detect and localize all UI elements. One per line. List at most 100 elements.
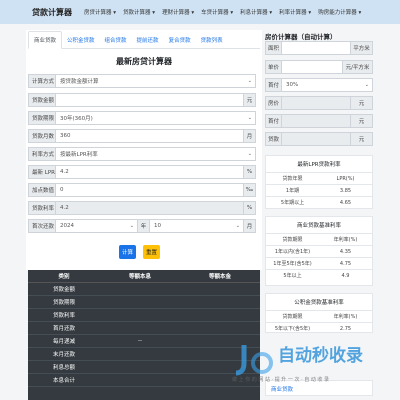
unit-price-row: 单价 元/平方米 [265,60,373,74]
loan-amount-label: 贷款 [265,132,282,146]
down-ratio-label: 首付 [265,78,282,92]
nav-item-car[interactable]: 车贷计算器 ▾ [201,8,233,16]
table-row: 1年以内(含1年) 4.35 [266,245,372,257]
brand-logo[interactable]: 贷款计算器 [32,7,72,18]
results-table: 类别 等额本息 等额本金 贷款金额 贷款期限 贷款利率 首月还款 每月递减 -- … [28,270,260,400]
table-row: 贷款期限 [28,296,260,309]
nav-item-finance[interactable]: 理财计算器 ▾ [162,8,194,16]
rate-label: 贷款利率 [28,201,56,215]
base-rate-table: 商业贷款基准利率 贷款期限 年利率(%) 1年以内(含1年) 4.35 1年至5年(… [265,216,373,286]
loan-tabs: 商业贷款 公积金贷款 组合贷款 提前还款 复合贷款 贷款列表 [28,31,260,49]
lpr-input[interactable]: 4.2 [56,165,244,179]
house-price-label: 房价 [265,96,282,110]
nav-item-loan[interactable]: 贷款计算器 ▾ [123,8,155,16]
decrease-value: -- [138,338,142,344]
amount-row: 贷款金额 元 [28,93,256,107]
chevron-down-icon: ⌄ [247,151,252,157]
table-row: 5年期以上 4.65 [266,196,372,208]
term-select[interactable]: 30年(360月) ⌄ [56,111,256,125]
top-navbar: 贷款计算器 房贷计算器 ▾ 贷款计算器 ▾ 理财计算器 ▾ 车贷计算器 ▾ 利息… [0,0,400,24]
table-row: 1年至5年(含5年) 4.75 [266,257,372,269]
chevron-down-icon: ⌄ [129,223,134,229]
table-row: 贷款年限 LPR(%) [266,172,372,184]
base-table-title: 商业贷款基准利率 [296,223,341,229]
down-payment-output [282,114,351,128]
term-row: 贷款期限 30年(360月) ⌄ [28,111,256,125]
down-ratio-select[interactable]: 30% ⌄ [282,78,373,92]
months-input[interactable]: 360 [56,129,244,143]
chevron-down-icon: ⌄ [247,115,252,121]
months-row: 贷款月数 360 月 [28,129,256,143]
table-row: 贷款期限 年利率(%) [266,310,372,322]
commercial-loan-link[interactable]: 商业贷款 [271,387,293,393]
lpr-row: 最新 LPR 4.2 % [28,165,256,179]
tab-prepay[interactable]: 提前还款 [132,36,164,48]
first-repay-row: 首次还款 2024 ⌄ 年 10 ⌄ 月 [28,219,256,233]
tab-fund[interactable]: 公积金贷款 [62,36,100,48]
table-row: 5年以下(含5年) 2.75 [266,322,372,334]
method-label: 计算方式 [28,74,56,88]
ratetype-label: 利率方式 [28,147,56,161]
table-row: 末月还款 [28,348,260,361]
nav-item-mortgage[interactable]: 房贷计算器 ▾ [84,8,116,16]
bp-unit: ‰ [244,183,256,197]
months-label: 贷款月数 [28,129,56,143]
reset-button[interactable]: 重置 [143,245,160,259]
loan-amount-row: 贷款 元 [265,132,373,146]
ratetype-row: 利率方式 按最新LPR利率 ⌄ [28,147,256,161]
rate-unit: % [244,201,256,215]
area-label: 面积 [265,41,282,55]
chevron-down-icon: ⌄ [364,82,369,88]
watermark: 自动秒收录 做 上 你 的 网 站 · 提 升 一 次 · 自 动 收 录 [228,337,378,387]
watermark-subtitle: 做 上 你 的 网 站 · 提 升 一 次 · 自 动 收 录 [232,377,330,383]
house-calc-title: 房价计算器（自动计算） [265,33,337,41]
table-row: 贷款金额 [28,283,260,296]
first-month-select[interactable]: 10 ⌄ [150,219,244,233]
nav-item-afford[interactable]: 购房能力计算器 ▾ [318,8,361,16]
amount-input[interactable] [56,93,244,107]
tab-combined[interactable]: 组合贷款 [100,36,132,48]
lpr-unit: % [244,165,256,179]
ratetype-select[interactable]: 按最新LPR利率 ⌄ [56,147,256,161]
method-select[interactable]: 按贷款金额计算 ⌄ [56,74,256,88]
unit-price-label: 单价 [265,60,282,74]
watermark-title: 自动秒收录 [278,346,363,366]
header-category: 类别 [58,274,70,280]
rate-row: 贷款利率 4.2 % [28,201,256,215]
area-unit: 平方米 [351,41,373,55]
table-row: 5年以上 4.9 [266,269,372,281]
amount-unit: 元 [244,93,256,107]
area-input[interactable] [282,41,351,55]
nav-item-interest[interactable]: 利息计算器 ▾ [240,8,272,16]
header-equal-principal: 等额本金 [208,274,231,280]
area-row: 面积 平方米 [265,41,373,55]
month-unit: 月 [244,219,256,233]
lpr-table-title: 最新LPR贷款利率 [297,162,341,168]
unit-price-input[interactable] [282,60,343,74]
down-payment-row: 首付 元 [265,114,373,128]
calculate-button[interactable]: 计算 [119,245,136,259]
tab-compound[interactable]: 复合贷款 [164,36,196,48]
form-title: 最新房贷计算器 [116,57,172,66]
header-equal-installment: 等额本息 [128,274,151,280]
table-row: 1年期 3.85 [266,184,372,196]
table-row: 首月还款 [28,322,260,335]
fund-table-title: 公积金贷款基准利率 [294,300,344,306]
amount-label: 贷款金额 [28,93,56,107]
table-row: 每月递减 -- [28,335,260,348]
nav-item-rate[interactable]: 利率计算器 ▾ [279,8,311,16]
down-payment-label: 首付 [265,114,282,128]
tab-commercial[interactable]: 商业贷款 [28,31,63,49]
lpr-label: 最新 LPR [28,165,56,179]
table-row: 利息总额 [28,361,260,374]
lpr-rate-table: 最新LPR贷款利率 贷款年限 LPR(%) 1年期 3.85 5年期以上 4.65 [265,155,373,209]
first-year-select[interactable]: 2024 ⌄ [56,219,138,233]
chevron-down-icon: ⌄ [235,223,240,229]
loan-amount-output [282,132,351,146]
term-label: 贷款期限 [28,111,56,125]
first-repay-label: 首次还款 [28,219,56,233]
bp-input[interactable]: 0 [56,183,244,197]
unit-price-unit: 元/平方米 [343,60,373,74]
tab-loan-list[interactable]: 贷款列表 [196,36,228,48]
down-ratio-row: 首付 30% ⌄ [265,78,373,92]
